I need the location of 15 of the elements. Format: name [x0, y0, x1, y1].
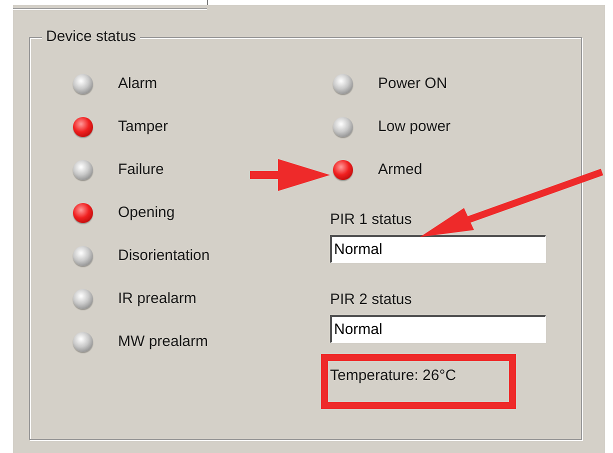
indicator-label: MW prealarm	[118, 333, 208, 350]
indicator-label: IR prealarm	[118, 290, 196, 307]
indicator-label: Opening	[118, 204, 175, 221]
status-field[interactable]: Normal	[330, 235, 546, 263]
indicator-label: Low power	[378, 118, 451, 135]
indicator-label: Tamper	[118, 118, 168, 135]
indicator-label: Disorientation	[118, 247, 210, 264]
indicator-label: Failure	[118, 161, 164, 178]
indicator-label: Alarm	[118, 75, 158, 92]
temperature-text: Temperature: 26°C	[330, 367, 456, 384]
status-field[interactable]: Normal	[330, 315, 546, 343]
indicator-label: Armed	[378, 161, 422, 178]
indicator-label: Power ON	[378, 75, 448, 92]
field-label: PIR 1 status	[330, 211, 413, 228]
field-label: PIR 2 status	[330, 291, 413, 308]
